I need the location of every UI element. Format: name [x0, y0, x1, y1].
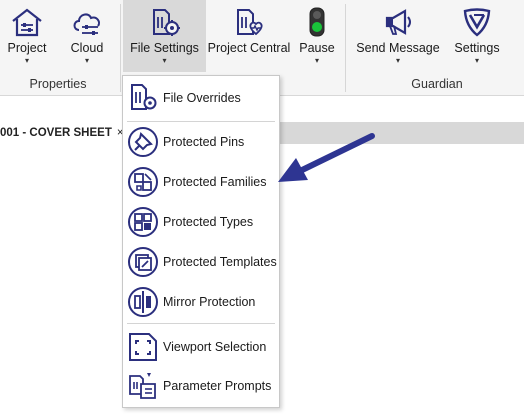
project-central-button[interactable]: Project Central [207, 0, 291, 72]
cloud-button[interactable]: Cloud ▾ [60, 0, 114, 72]
settings-button-label: Settings [454, 41, 500, 55]
pin-icon [128, 127, 158, 157]
file-overrides-icon [131, 84, 157, 110]
guardian-group-label: Guardian [411, 77, 463, 91]
project-house-icon [12, 8, 42, 37]
megaphone-icon [385, 9, 411, 35]
view-tab-title: 001 - COVER SHEET [0, 127, 112, 139]
mirror-icon [128, 287, 158, 317]
properties-group-label: Properties [29, 77, 87, 91]
menu-item-label: Parameter Prompts [163, 379, 272, 393]
menu-item-viewport-selection[interactable]: Viewport Selection [123, 329, 279, 365]
menu-item-protected-families[interactable]: Protected Families [123, 164, 279, 200]
templates-icon [128, 247, 158, 277]
chevron-down-icon: ▾ [314, 56, 319, 65]
menu-item-label: File Overrides [163, 91, 241, 105]
chevron-down-icon: ▾ [162, 56, 167, 65]
guardian-shield-icon [463, 8, 491, 37]
menu-item-label: Protected Pins [163, 135, 245, 149]
pause-button[interactable]: Pause ▾ [294, 0, 340, 72]
cloud-sliders-icon [73, 13, 101, 35]
chevron-down-icon: ▾ [395, 56, 400, 65]
project-button-label: Project [7, 41, 47, 55]
menu-item-protected-pins[interactable]: Protected Pins [123, 124, 279, 160]
menu-item-file-overrides[interactable]: File Overrides [123, 80, 279, 116]
file-settings-button[interactable]: File Settings ▾ [123, 0, 206, 72]
menu-item-label: Protected Types [163, 215, 254, 229]
annotation-arrow [278, 133, 375, 182]
send-message-button-label: Send Message [356, 41, 440, 55]
send-message-button[interactable]: Send Message ▾ [354, 0, 442, 72]
chevron-down-icon: ▾ [24, 56, 29, 65]
ribbon-separator [345, 4, 346, 92]
view-tab-cover-sheet[interactable]: 001 - COVER SHEET × [0, 122, 130, 144]
menu-item-label: Viewport Selection [163, 340, 267, 354]
menu-item-label: Protected Families [163, 175, 267, 189]
menu-item-label: Mirror Protection [163, 295, 256, 309]
menu-item-parameter-prompts[interactable]: Parameter Prompts [123, 368, 279, 404]
traffic-light-icon [309, 7, 325, 37]
settings-button[interactable]: Settings ▾ [448, 0, 506, 72]
menu-item-protected-types[interactable]: Protected Types [123, 204, 279, 240]
chevron-down-icon: ▾ [84, 56, 89, 65]
menu-separator [127, 121, 275, 122]
types-grid-icon [128, 207, 158, 237]
menu-separator [127, 323, 275, 324]
menu-item-protected-templates[interactable]: Protected Templates [123, 244, 279, 280]
cloud-button-label: Cloud [70, 41, 104, 55]
project-button[interactable]: Project ▾ [2, 0, 52, 72]
menu-item-mirror-protection[interactable]: Mirror Protection [123, 284, 279, 320]
pause-button-label: Pause [299, 41, 335, 55]
project-central-icon [237, 9, 263, 36]
families-icon [128, 167, 158, 197]
chevron-down-icon: ▾ [474, 56, 479, 65]
viewport-icon [129, 333, 157, 361]
file-settings-icon [152, 9, 180, 36]
ribbon-separator [120, 4, 121, 92]
project-central-button-label: Project Central [207, 41, 291, 55]
file-settings-button-label: File Settings [130, 41, 199, 55]
parameter-prompts-icon [129, 373, 156, 399]
menu-item-label: Protected Templates [163, 255, 277, 269]
file-settings-menu: File Overrides Protected Pins Protected … [122, 75, 280, 408]
